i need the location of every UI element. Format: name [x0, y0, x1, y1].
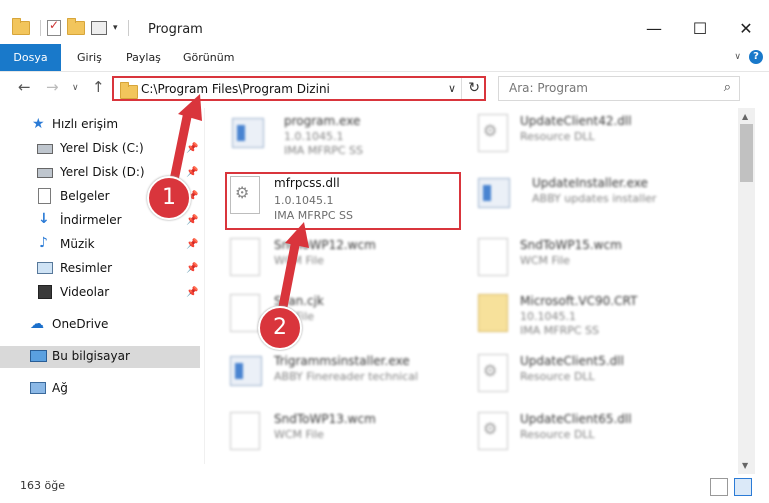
arrow-2: [277, 235, 301, 317]
item-count: 163 öğe: [20, 479, 65, 492]
callout-1: 1: [147, 176, 191, 220]
annotation-arrows: [167, 94, 309, 317]
status-bar: 163 öğe: [0, 474, 769, 503]
tiles-view-icon[interactable]: [734, 478, 752, 496]
callout-2: 2: [258, 306, 302, 350]
arrow-2-head: [285, 222, 309, 248]
arrow-1-head: [178, 94, 202, 121]
details-view-icon[interactable]: [710, 478, 728, 496]
